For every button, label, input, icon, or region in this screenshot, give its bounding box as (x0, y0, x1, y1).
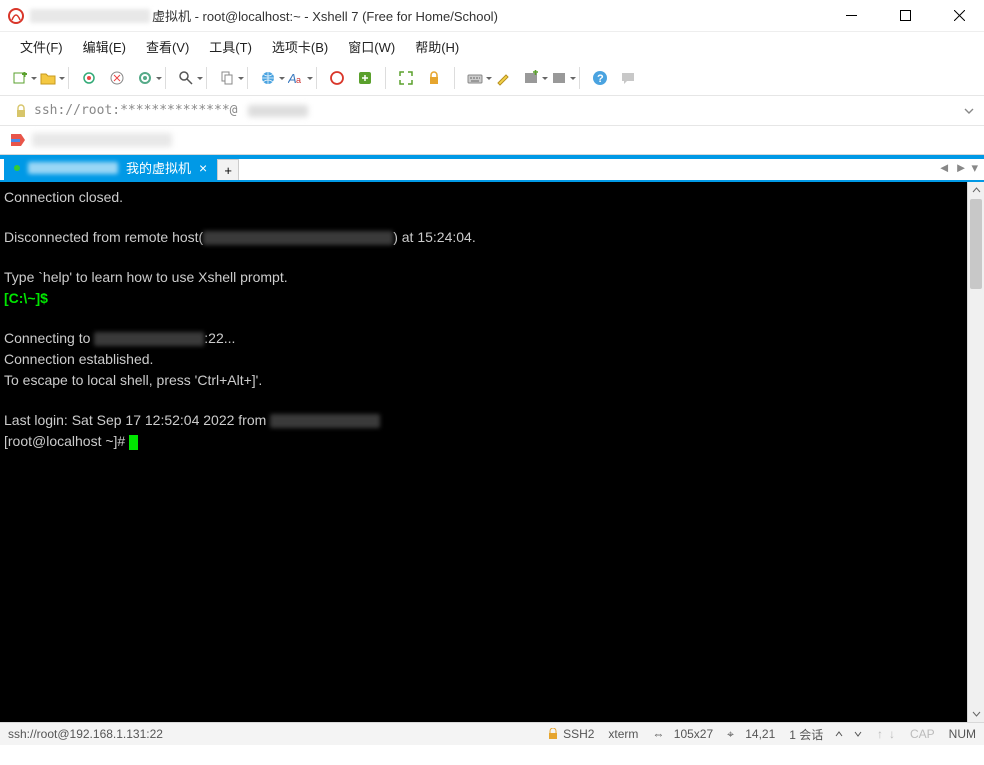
status-protocol: SSH2 (547, 727, 594, 741)
addpane-button[interactable] (521, 68, 541, 88)
help-button[interactable]: ? (590, 68, 610, 88)
toolbar-separator (68, 67, 69, 89)
status-sessions[interactable]: 1 会话 (789, 726, 862, 743)
maximize-button[interactable] (888, 4, 922, 28)
svg-text:?: ? (597, 73, 604, 85)
address-url: ssh://root:**************@ (34, 103, 238, 118)
xftp-button[interactable] (355, 68, 375, 88)
terminal[interactable]: Connection closed. Disconnected from rem… (0, 182, 967, 722)
menu-bar: 文件(F) 编辑(E) 查看(V) 工具(T) 选项卡(B) 窗口(W) 帮助(… (0, 32, 984, 60)
open-session-button[interactable] (38, 68, 58, 88)
status-num: NUM (949, 727, 976, 741)
status-transfer-icons: ↑↓ (876, 727, 896, 741)
reconnect-button[interactable] (79, 68, 99, 88)
protocol-icon (547, 728, 559, 740)
window-title: 虚拟机 - root@localhost:~ - Xshell 7 (Free … (152, 6, 498, 25)
menu-file[interactable]: 文件(F) (12, 34, 71, 59)
status-connection: ssh://root@192.168.1.131:22 (8, 727, 163, 741)
keyboard-button[interactable] (465, 68, 485, 88)
menu-help[interactable]: 帮助(H) (407, 34, 467, 59)
scroll-up-icon[interactable] (968, 182, 984, 199)
highlight-button[interactable] (493, 68, 513, 88)
title-host-blur (30, 9, 150, 23)
tab-label: 我的虚拟机 (126, 158, 191, 177)
menu-edit[interactable]: 编辑(E) (75, 34, 134, 59)
scroll-down-icon[interactable] (968, 705, 984, 722)
close-button[interactable] (942, 4, 976, 28)
tab-menu-icon[interactable]: ▾ (971, 160, 978, 176)
lock-button[interactable] (424, 68, 444, 88)
address-bar[interactable]: ssh://root:**************@ (0, 96, 984, 126)
app-icon (8, 8, 24, 24)
menu-tools[interactable]: 工具(T) (201, 34, 260, 59)
terminal-area: Connection closed. Disconnected from rem… (0, 182, 984, 722)
disconnect-button[interactable] (107, 68, 127, 88)
new-tab-button[interactable]: + (217, 159, 239, 180)
terminal-scrollbar[interactable] (967, 182, 984, 722)
tab-scroll-left-icon[interactable]: ◄ (938, 160, 951, 175)
toolbar-separator (454, 67, 455, 89)
title-bar: 虚拟机 - root@localhost:~ - Xshell 7 (Free … (0, 0, 984, 32)
status-bar: ssh://root@192.168.1.131:22 SSH2 xterm ⇔… (0, 722, 984, 745)
properties-button[interactable] (135, 68, 155, 88)
layout-button[interactable] (549, 68, 569, 88)
find-button[interactable] (176, 68, 196, 88)
status-termtype: xterm (608, 727, 638, 741)
fullscreen-button[interactable] (396, 68, 416, 88)
bookmark-label-blur[interactable] (32, 133, 172, 147)
menu-view[interactable]: 查看(V) (138, 34, 197, 59)
svg-text:a: a (296, 75, 301, 85)
minimize-button[interactable] (834, 4, 868, 28)
connected-indicator-icon (14, 165, 20, 171)
tab-bar: 我的虚拟机 × + ◄ ► ▾ (0, 154, 984, 182)
toolbar-separator (206, 67, 207, 89)
scroll-track[interactable] (968, 199, 984, 705)
toolbar-separator (385, 67, 386, 89)
status-cap: CAP (910, 727, 935, 741)
globe-button[interactable] (258, 68, 278, 88)
menu-window[interactable]: 窗口(W) (340, 34, 403, 59)
lock-icon (14, 104, 28, 118)
toolbar-separator (165, 67, 166, 89)
toolbar-separator (316, 67, 317, 89)
session-tab-active[interactable]: 我的虚拟机 × (4, 155, 217, 180)
tab-close-button[interactable]: × (199, 160, 207, 176)
scroll-thumb[interactable] (970, 199, 982, 289)
copy-button[interactable] (217, 68, 237, 88)
xshell-button[interactable] (327, 68, 347, 88)
address-dropdown-icon[interactable] (964, 106, 974, 116)
tab-scroll-right-icon[interactable]: ► (955, 160, 968, 175)
menu-tabs[interactable]: 选项卡(B) (264, 34, 336, 59)
status-size: ⇔ 105x27 (652, 727, 713, 741)
new-session-button[interactable] (10, 68, 30, 88)
cursor (129, 435, 138, 450)
toolbar-separator (247, 67, 248, 89)
toolbar: Aa ? (0, 60, 984, 96)
toolbar-separator (579, 67, 580, 89)
bookmark-bar (0, 126, 984, 154)
chat-button[interactable] (618, 68, 638, 88)
font-button[interactable]: Aa (286, 68, 306, 88)
address-host-blur (248, 105, 308, 117)
status-cursor-pos: ⌖ 14,21 (727, 727, 775, 742)
tab-host-blur (28, 162, 118, 174)
bookmark-icon (10, 133, 26, 147)
